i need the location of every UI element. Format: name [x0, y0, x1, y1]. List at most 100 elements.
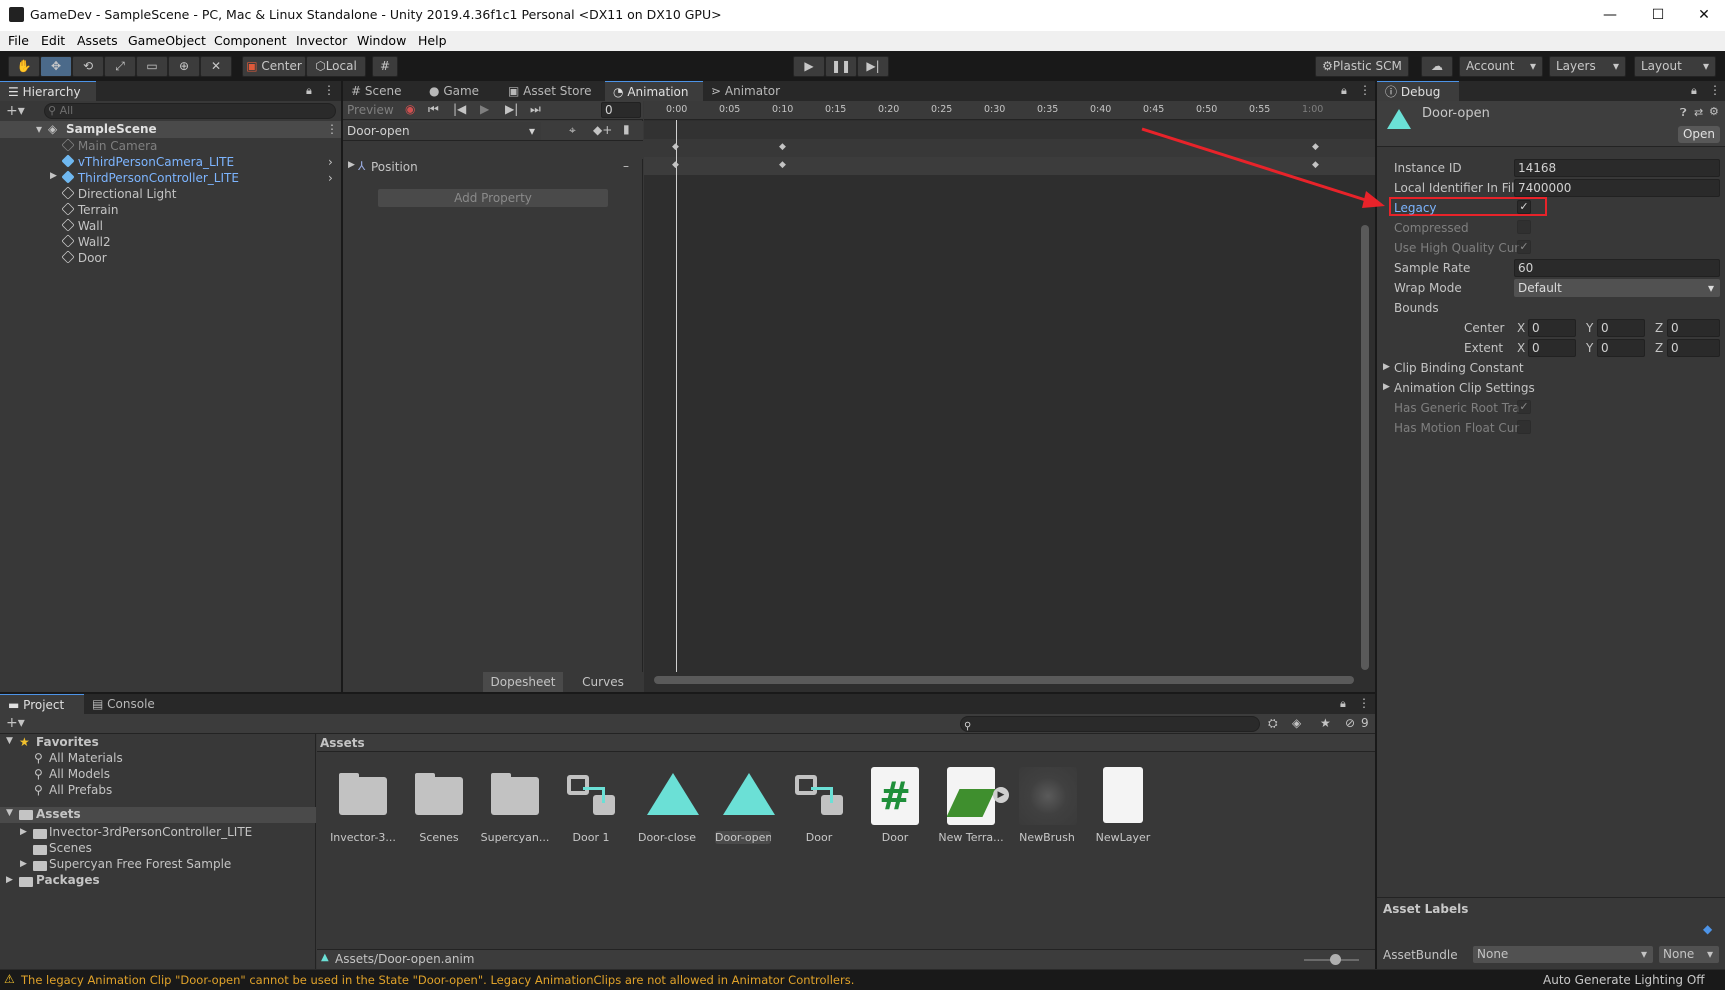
status-message[interactable]: The legacy Animation Clip "Door-open" ca…: [21, 973, 854, 987]
frame-input[interactable]: 0: [601, 102, 641, 118]
compressed-checkbox[interactable]: [1517, 220, 1531, 234]
rect-tool-button[interactable]: ▭: [136, 56, 168, 77]
hierarchy-search-input[interactable]: ⚲ All: [44, 103, 336, 119]
move-tool-button[interactable]: ✥: [40, 56, 72, 77]
cloud-button[interactable]: ☁: [1421, 56, 1453, 77]
menu-assets[interactable]: Assets: [77, 33, 118, 48]
tab-curves[interactable]: Curves: [563, 672, 643, 692]
fav-item[interactable]: All Prefabs: [49, 783, 112, 797]
layers-dropdown[interactable]: Layers ▾: [1549, 56, 1626, 77]
sample-rate-field[interactable]: 60: [1514, 259, 1720, 277]
tab-dopesheet[interactable]: Dopesheet: [483, 672, 563, 692]
layout-dropdown[interactable]: Layout ▾: [1634, 56, 1716, 77]
asset-folder[interactable]: Supercyan Free Forest Sample: [49, 857, 231, 871]
project-search-input[interactable]: ⚲: [960, 716, 1260, 732]
grid-snap-button[interactable]: #: [372, 56, 398, 77]
timeline-ruler[interactable]: 0:00 0:05 0:10 0:15 0:20 0:25 0:30 0:35 …: [644, 101, 1375, 120]
expand-arrow-icon[interactable]: ▶: [6, 875, 13, 885]
filter-type-icon[interactable]: ⛭: [1268, 716, 1278, 731]
tab-asset-store[interactable]: ▣ Asset Store: [500, 81, 600, 101]
lock-icon[interactable]: 🔒︎: [1691, 84, 1697, 98]
slider-handle[interactable]: [1330, 954, 1341, 965]
preset-icon[interactable]: ⇄: [1694, 106, 1703, 119]
clip-binding-foldout[interactable]: Clip Binding Constant: [1394, 361, 1524, 375]
pivot-center-button[interactable]: ▣ Center: [242, 56, 306, 77]
expand-arrow-icon[interactable]: ▾: [36, 122, 42, 136]
chevron-right-icon[interactable]: ›: [328, 171, 333, 185]
instance-id-field[interactable]: 14168: [1514, 159, 1720, 177]
tab-console[interactable]: ▤ Console: [84, 694, 163, 714]
asset-folder[interactable]: Invector-3rdPersonController_LITE: [49, 825, 252, 839]
step-button[interactable]: ▶|: [857, 56, 889, 77]
scale-tool-button[interactable]: ⤢: [104, 56, 136, 77]
keyframe-diamond-icon[interactable]: ◆: [672, 142, 679, 152]
list-item[interactable]: Terrain: [61, 202, 118, 217]
tab-animator[interactable]: ⋗ Animator: [703, 81, 788, 101]
extent-z-field[interactable]: 0: [1667, 339, 1720, 357]
plastic-scm-button[interactable]: ⚙Plastic SCM: [1315, 56, 1409, 77]
pause-button[interactable]: ❚❚: [825, 56, 857, 77]
close-button[interactable]: ✕: [1682, 4, 1725, 26]
lock-icon[interactable]: 🔒︎: [306, 84, 312, 98]
kebab-menu-icon[interactable]: ⋮: [1709, 83, 1721, 97]
favorites-heading[interactable]: Favorites: [36, 735, 99, 749]
scene-menu-icon[interactable]: ⋮: [326, 122, 338, 136]
expand-arrow-icon[interactable]: ▼: [6, 808, 13, 818]
favorite-star-icon[interactable]: ★: [1320, 716, 1331, 730]
list-item[interactable]: Wall: [61, 218, 103, 233]
list-item[interactable]: ThirdPersonController_LITE: [61, 170, 239, 185]
prev-key-icon[interactable]: |◀: [453, 102, 466, 116]
lock-icon[interactable]: 🔒︎: [1341, 84, 1347, 98]
hidden-packages-icon[interactable]: ⊘: [1345, 716, 1355, 730]
tab-animation[interactable]: ◔ Animation: [605, 81, 703, 101]
pivot-local-button[interactable]: ⬡Local: [306, 56, 366, 77]
list-item[interactable]: vThirdPersonCamera_LITE: [61, 154, 234, 169]
expand-arrow-icon[interactable]: ▼: [6, 736, 13, 746]
local-id-field[interactable]: 7400000: [1514, 179, 1720, 197]
tab-hierarchy[interactable]: ☰ Hierarchy: [0, 81, 96, 101]
menu-help[interactable]: Help: [418, 33, 447, 48]
chevron-right-icon[interactable]: ›: [328, 155, 333, 169]
tab-game[interactable]: ● Game: [421, 81, 487, 101]
list-item[interactable]: Wall2: [61, 234, 111, 249]
keyframe-diamond-icon[interactable]: ◆: [779, 142, 786, 152]
fav-item[interactable]: All Models: [49, 767, 110, 781]
horizontal-scrollbar[interactable]: [654, 676, 1354, 684]
expand-arrow-icon[interactable]: ▶: [1383, 362, 1390, 372]
list-item[interactable]: Directional Light: [61, 186, 177, 201]
lighting-status[interactable]: Auto Generate Lighting Off: [1543, 973, 1705, 987]
rotate-tool-button[interactable]: ⟲: [72, 56, 104, 77]
packages-heading[interactable]: Packages: [36, 873, 100, 887]
asset-variant-dropdown[interactable]: None ▾: [1659, 946, 1719, 963]
wrap-mode-dropdown[interactable]: Default ▾: [1514, 279, 1720, 297]
menu-gameobject[interactable]: GameObject: [128, 33, 206, 48]
keyframe-target-icon[interactable]: ⌖: [569, 123, 576, 138]
play-anim-icon[interactable]: ▶: [480, 102, 489, 116]
scene-row[interactable]: ▾ ◈ SampleScene ⋮: [0, 121, 341, 138]
menu-file[interactable]: File: [8, 33, 29, 48]
open-button[interactable]: Open: [1678, 126, 1720, 143]
play-preview-icon[interactable]: ▶: [993, 787, 1009, 803]
account-dropdown[interactable]: Account ▾: [1459, 56, 1543, 77]
first-key-icon[interactable]: ⏮: [428, 102, 439, 117]
tag-icon[interactable]: ◆: [1703, 922, 1712, 936]
list-item[interactable]: Door: [61, 250, 107, 265]
property-row[interactable]: ▶ ⅄ Position –: [343, 159, 643, 177]
minimize-button[interactable]: —: [1588, 4, 1632, 26]
list-item[interactable]: Main Camera: [61, 138, 157, 153]
keyframe-diamond-icon[interactable]: ◆: [672, 160, 679, 170]
fav-item[interactable]: All Materials: [49, 751, 123, 765]
tab-project[interactable]: ▬ Project: [0, 694, 84, 714]
lock-icon[interactable]: 🔒︎: [1340, 697, 1346, 711]
remove-property-icon[interactable]: –: [623, 159, 629, 173]
expand-arrow-icon[interactable]: ▶: [20, 827, 27, 837]
clip-settings-foldout[interactable]: Animation Clip Settings: [1394, 381, 1535, 395]
play-button[interactable]: ▶: [793, 56, 825, 77]
menu-edit[interactable]: Edit: [41, 33, 65, 48]
maximize-button[interactable]: ☐: [1636, 4, 1680, 26]
gear-icon[interactable]: ⚙: [1709, 105, 1719, 118]
center-z-field[interactable]: 0: [1667, 319, 1720, 337]
expand-arrow-icon[interactable]: ▶: [20, 859, 27, 869]
tab-debug[interactable]: ⓘ Debug: [1377, 81, 1459, 101]
generic-root-checkbox[interactable]: ✓: [1517, 400, 1531, 414]
